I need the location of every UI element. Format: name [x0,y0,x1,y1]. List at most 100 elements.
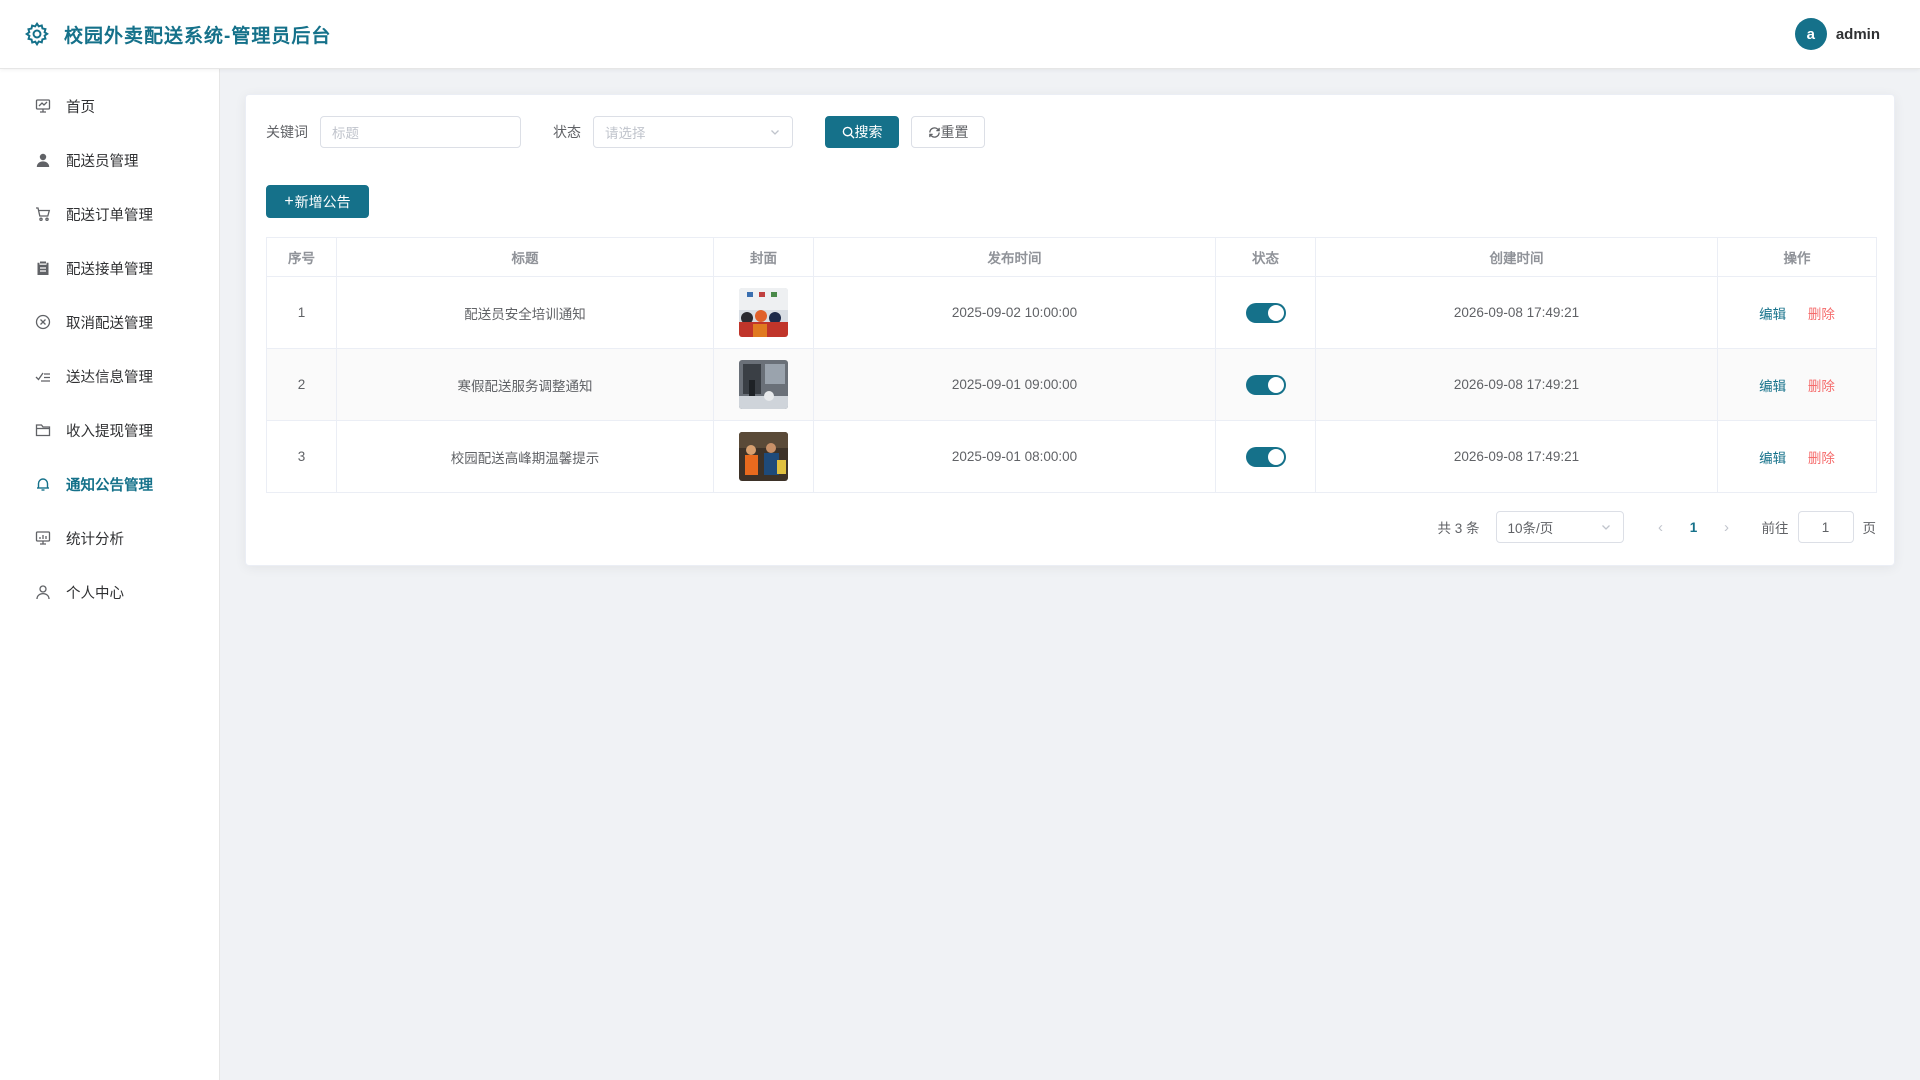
sidebar-item-label: 首页 [66,99,95,116]
sidebar-item-income[interactable]: 收入提现管理 [0,403,219,457]
page-number-current[interactable]: 1 [1676,520,1712,535]
circle-close-icon [34,313,52,331]
cell-actions: 编辑 删除 [1717,276,1877,349]
sidebar-item-orders[interactable]: 配送订单管理 [0,187,219,241]
user-fill-icon [34,151,52,169]
cell-cover [713,420,814,493]
cover-image[interactable] [739,288,788,337]
table-row: 3 校园配送高峰期温馨提示 2025-09-01 08:00:00 2026-0… [266,420,1877,493]
sidebar-item-delivered[interactable]: 送达信息管理 [0,349,219,403]
edit-button[interactable]: 编辑 [1759,307,1786,322]
monitor-icon [34,97,52,115]
cell-publish-time: 2025-09-01 09:00:00 [813,348,1216,421]
sidebar: 首页 配送员管理 配送订单管理 配送接单管理 取消配送管理 送达信息管理 收入提… [0,69,220,1080]
avatar[interactable]: a [1794,18,1827,50]
plus-icon: + [284,192,294,210]
monitor-chart-icon [34,529,52,547]
sidebar-item-notices[interactable]: 通知公告管理 [0,457,219,511]
sidebar-item-label: 统计分析 [66,531,124,548]
cart-icon [34,205,52,223]
sidebar-item-label: 通知公告管理 [66,477,153,494]
col-header-index: 序号 [266,237,337,277]
sidebar-item-statistics[interactable]: 统计分析 [0,511,219,565]
clipboard-icon [34,259,52,277]
table-row: 2 寒假配送服务调整通知 2025-09-01 09:00:00 2026-09… [266,348,1877,421]
search-form: 关键词 标题 状态 请选择 搜索 重置 [266,116,985,148]
add-notice-button[interactable]: + 新增公告 [266,185,369,218]
chevron-down-icon [1601,525,1610,530]
reset-button-label: 重置 [940,124,969,140]
col-header-created-time: 创建时间 [1315,237,1718,277]
keyword-placeholder: 标题 [332,126,359,141]
cell-title: 配送员安全培训通知 [336,276,714,349]
sidebar-item-profile[interactable]: 个人中心 [0,565,219,619]
edit-button[interactable]: 编辑 [1759,451,1786,466]
search-icon [842,126,855,139]
status-toggle[interactable] [1245,302,1286,323]
check-list-icon [34,367,52,385]
user-menu[interactable]: a admin [1794,18,1896,50]
page-size-select[interactable]: 10条/页 [1495,511,1624,543]
search-button-label: 搜索 [854,124,883,140]
delete-button[interactable]: 删除 [1808,307,1835,322]
status-placeholder: 请选择 [605,126,646,141]
col-header-status: 状态 [1215,237,1316,277]
cell-actions: 编辑 删除 [1717,420,1877,493]
sidebar-item-accept[interactable]: 配送接单管理 [0,241,219,295]
username[interactable]: admin [1836,26,1880,43]
gear-icon [24,21,49,47]
sidebar-item-label: 配送接单管理 [66,261,153,278]
sidebar-item-label: 配送员管理 [66,153,139,170]
sidebar-item-label: 个人中心 [66,585,124,602]
cell-publish-time: 2025-09-02 10:00:00 [813,276,1216,349]
cell-cover [713,276,814,349]
cell-created-time: 2026-09-08 17:49:21 [1315,348,1718,421]
cell-title: 寒假配送服务调整通知 [336,348,714,421]
refresh-icon [928,126,940,138]
table-header-row: 序号 标题 封面 发布时间 状态 创建时间 操作 [266,237,1877,277]
page-size-value: 10条/页 [1507,521,1554,536]
top-header: 校园外卖配送系统-管理员后台 a admin [0,0,1920,69]
status-toggle[interactable] [1245,374,1286,395]
chevron-down-icon [771,130,779,135]
folder-icon [34,421,52,439]
cell-created-time: 2026-09-08 17:49:21 [1315,420,1718,493]
content-card: 关键词 标题 状态 请选择 搜索 重置 + 新增公告 序号 标题 封面 发布时间… [245,94,1895,566]
sidebar-item-label: 收入提现管理 [66,423,153,440]
goto-page-input[interactable]: 1 [1797,511,1854,543]
sidebar-item-label: 取消配送管理 [66,315,153,332]
cell-status [1215,276,1316,349]
sidebar-item-home[interactable]: 首页 [0,79,219,133]
cover-image[interactable] [739,432,788,481]
col-header-title: 标题 [336,237,714,277]
cell-index: 1 [266,276,337,349]
cell-publish-time: 2025-09-01 08:00:00 [813,420,1216,493]
prev-page-icon[interactable]: ‹ [1646,519,1676,536]
delete-button[interactable]: 删除 [1808,379,1835,394]
col-header-publish-time: 发布时间 [813,237,1216,277]
status-select[interactable]: 请选择 [593,116,793,148]
status-toggle[interactable] [1245,446,1286,467]
page-suffix: 页 [1862,521,1877,536]
edit-button[interactable]: 编辑 [1759,379,1786,394]
keyword-input[interactable]: 标题 [320,116,521,148]
sidebar-item-label: 配送订单管理 [66,207,153,224]
app-title: 校园外卖配送系统-管理员后台 [64,25,332,47]
cell-cover [713,348,814,421]
next-page-icon[interactable]: › [1712,519,1742,536]
status-label: 状态 [553,124,581,140]
reset-button[interactable]: 重置 [911,116,985,148]
cell-title: 校园配送高峰期温馨提示 [336,420,714,493]
sidebar-item-couriers[interactable]: 配送员管理 [0,133,219,187]
sidebar-item-label: 送达信息管理 [66,369,153,386]
table-row: 1 配送员安全培训通知 2025-09-02 10:00:00 2026-09-… [266,276,1877,349]
pagination: 共 3 条 10条/页 ‹ 1 › 前往 1 页 [1437,511,1876,543]
cover-image[interactable] [739,360,788,409]
goto-page-value: 1 [1821,519,1830,535]
col-header-cover: 封面 [713,237,814,277]
goto-label: 前往 [1761,521,1789,536]
add-notice-label: 新增公告 [294,193,351,210]
delete-button[interactable]: 删除 [1808,451,1835,466]
search-button[interactable]: 搜索 [825,116,899,148]
sidebar-item-cancel[interactable]: 取消配送管理 [0,295,219,349]
